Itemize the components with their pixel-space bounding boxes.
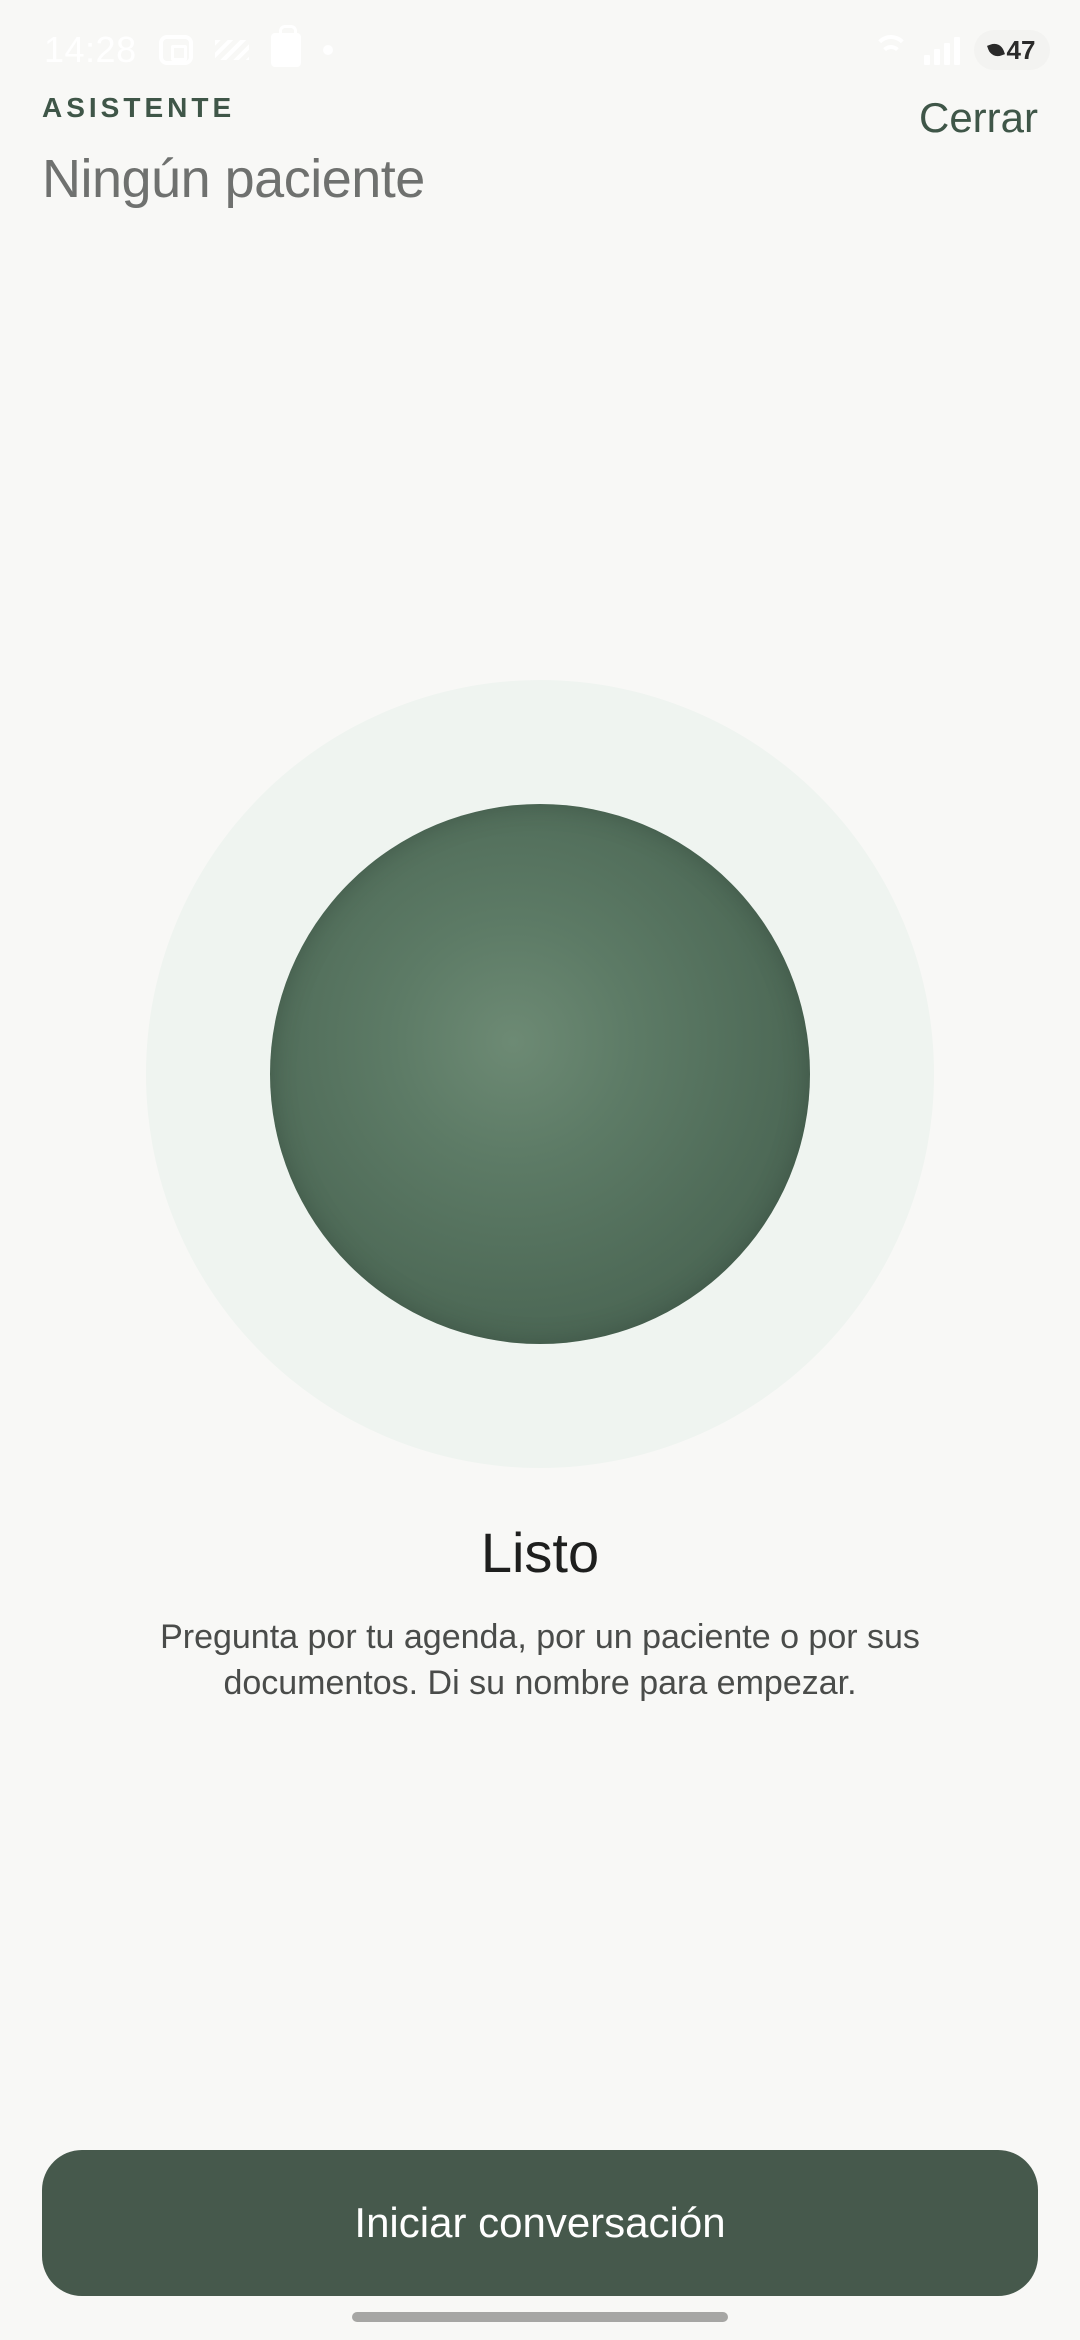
status-time: 14:28 xyxy=(44,29,137,70)
assistant-state-title: Listo xyxy=(480,1521,600,1584)
status-bar-left: 14:28 xyxy=(44,25,333,71)
home-indicator[interactable] xyxy=(352,2312,728,2322)
section-eyebrow: ASISTENTE xyxy=(42,92,236,123)
signal-icon xyxy=(924,35,960,65)
assistant-orb[interactable] xyxy=(270,804,810,1344)
battery-saver-icon xyxy=(986,41,1005,59)
page-title: Ningún paciente xyxy=(42,149,425,209)
battery-level: 47 xyxy=(1006,34,1036,65)
dot-icon xyxy=(322,45,333,55)
assistant-screen: 14:28 47 ASISTENTE Cerrar Ningún pacient… xyxy=(0,0,1080,2340)
status-bar-right: 47 xyxy=(872,30,1050,70)
stripes-icon xyxy=(214,40,249,60)
start-conversation-button[interactable]: Iniciar conversación xyxy=(42,2150,1038,2296)
status-bar: 14:28 47 xyxy=(0,0,1080,100)
battery-icon: 47 xyxy=(974,30,1050,70)
close-button[interactable]: Cerrar xyxy=(919,94,1038,142)
shopping-bag-icon xyxy=(270,25,301,67)
assistant-state-description: Pregunta por tu agenda, por un paciente … xyxy=(160,1618,920,1702)
wifi-icon xyxy=(872,35,910,65)
screen-record-icon xyxy=(158,35,193,65)
